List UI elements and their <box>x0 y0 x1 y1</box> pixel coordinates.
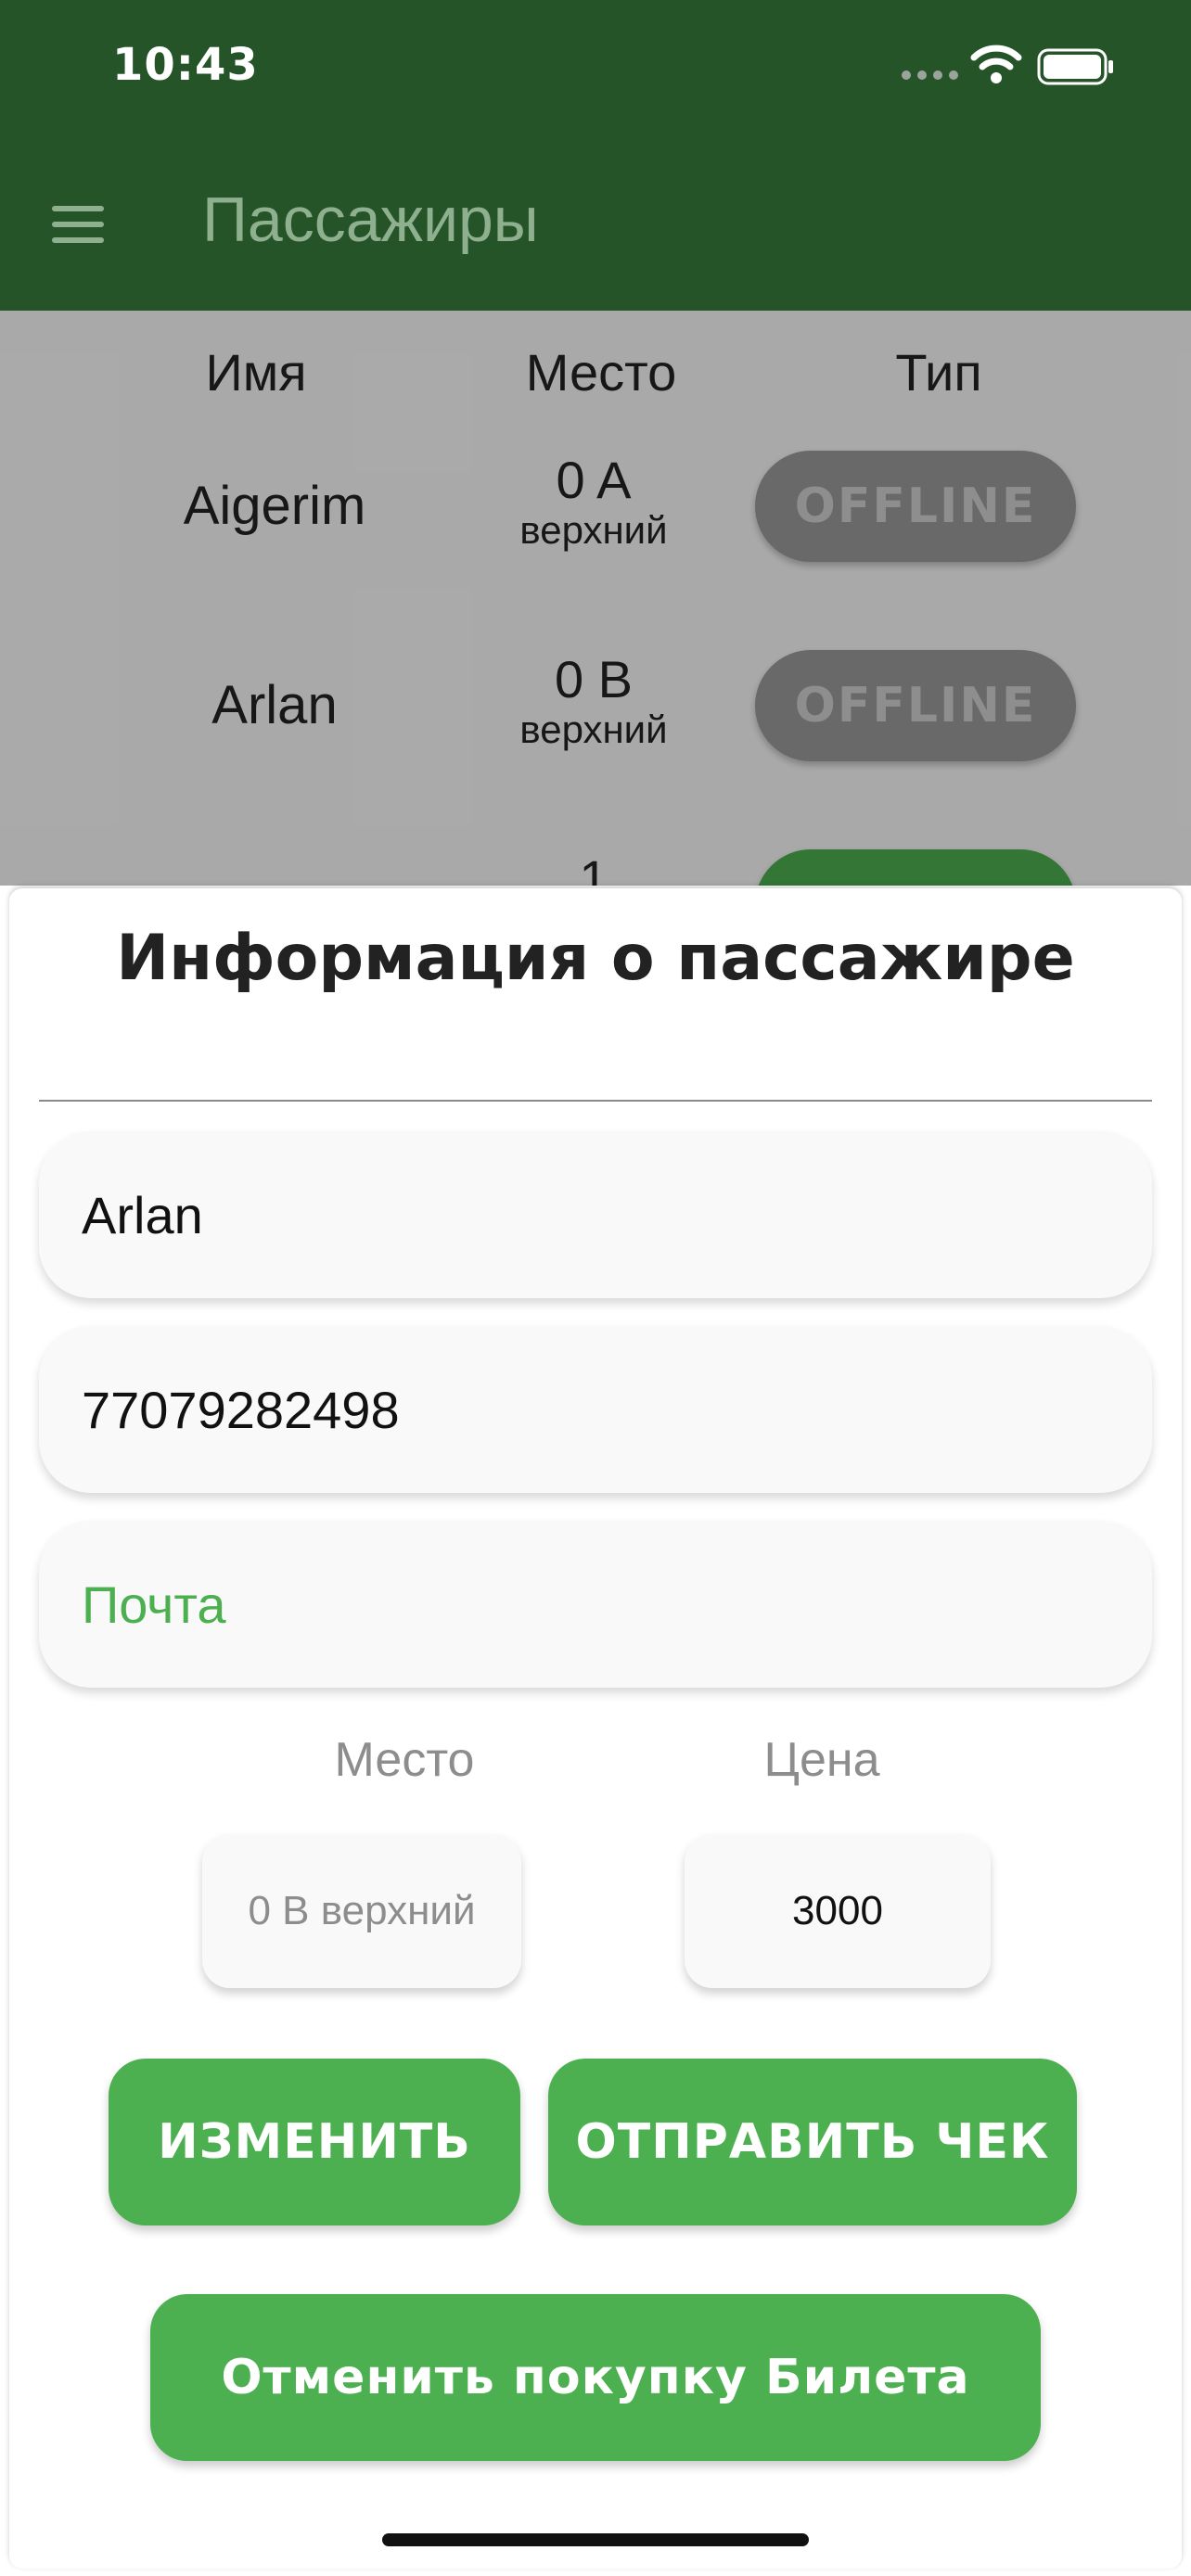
app-header: 10:43 Пассажиры <box>0 0 1191 311</box>
passenger-info-sheet: Информация о пассажире Arlan 77079282498… <box>9 888 1182 2569</box>
divider <box>39 1100 1152 1102</box>
price-label: Цена <box>763 1733 880 1787</box>
modal-scrim[interactable] <box>0 311 1191 886</box>
page-title: Пассажиры <box>202 185 539 255</box>
cellular-signal-icon <box>902 70 958 80</box>
cancel-ticket-button[interactable]: Отменить покупку Билета <box>150 2294 1041 2461</box>
wifi-icon <box>970 45 1022 83</box>
edit-button[interactable]: ИЗМЕНИТЬ <box>109 2059 520 2225</box>
battery-icon <box>1037 48 1113 85</box>
menu-icon[interactable] <box>52 206 104 243</box>
send-receipt-button[interactable]: ОТПРАВИТЬ ЧЕК <box>548 2059 1077 2225</box>
seat-label: Место <box>334 1733 475 1787</box>
home-indicator[interactable] <box>382 2533 809 2546</box>
price-field[interactable]: 3000 <box>685 1834 991 1988</box>
email-field[interactable]: Почта <box>39 1521 1152 1688</box>
sheet-title: Информация о пассажире <box>116 922 1075 995</box>
status-time: 10:43 <box>112 39 259 91</box>
seat-value-field: 0 B верхний <box>202 1834 521 1988</box>
phone-field[interactable]: 77079282498 <box>39 1326 1152 1493</box>
name-field[interactable]: Arlan <box>39 1131 1152 1298</box>
